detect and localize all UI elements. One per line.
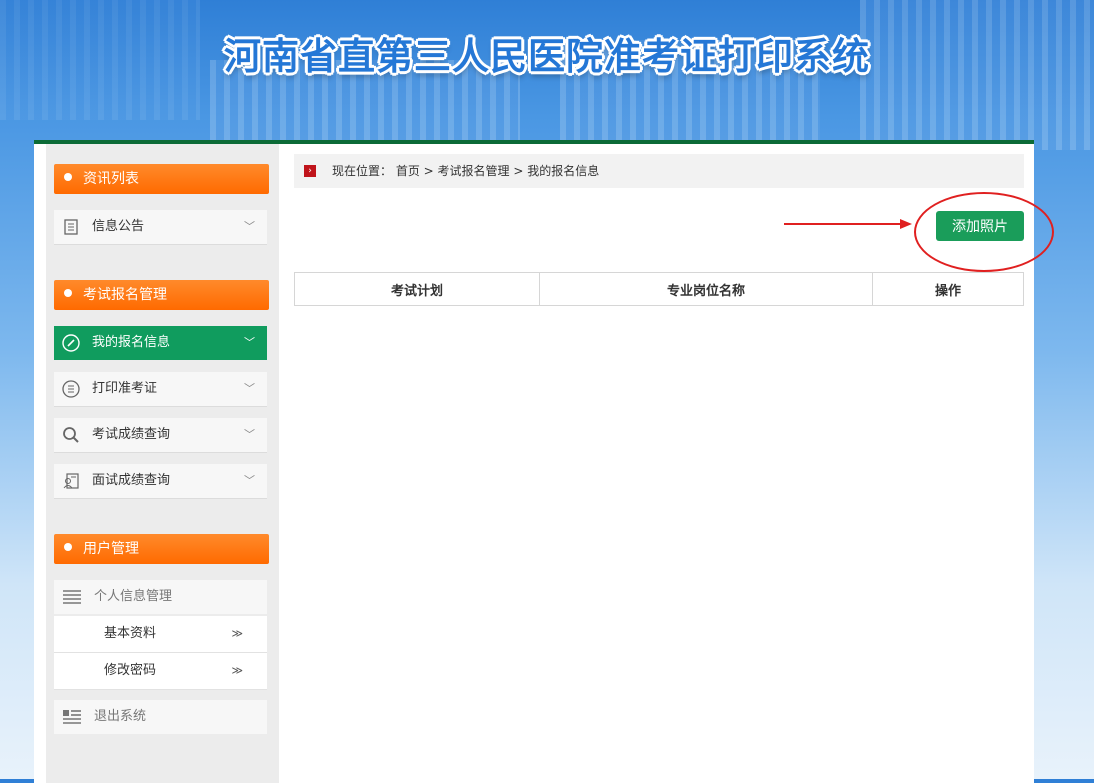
sidebar-item-label: 退出系统 — [94, 709, 147, 724]
registration-table: 考试计划 专业岗位名称 操作 — [294, 272, 1024, 306]
column-header-position-name: 专业岗位名称 — [539, 272, 873, 306]
breadcrumb-text: 现在位置： 首页 > 考试报名管理 > 我的报名信息 — [332, 154, 599, 188]
sidebar-item-exam-score[interactable]: 考试成绩查询 ﹀ — [54, 418, 267, 453]
menu-lines-icon — [63, 590, 81, 604]
sidebar-item-announcements[interactable]: 信息公告 ﹀ — [54, 210, 267, 245]
bullet-icon — [64, 173, 72, 181]
list-circle-icon — [62, 380, 80, 398]
sidebar-item-my-registration[interactable]: 我的报名信息 ﹀ — [54, 326, 267, 360]
breadcrumb-prefix: 现在位置： — [332, 164, 393, 178]
breadcrumb-arrow-icon: › — [304, 165, 316, 177]
section-title: 用户管理 — [83, 541, 139, 557]
sidebar-item-print-admission[interactable]: 打印准考证 ﹀ — [54, 372, 267, 407]
sidebar-item-label: 考试成绩查询 — [92, 427, 171, 442]
chevron-down-icon: ﹀ — [244, 382, 255, 395]
bullet-icon — [64, 289, 72, 297]
sidebar-item-label: 信息公告 — [92, 219, 145, 234]
search-icon — [63, 427, 79, 443]
section-title: 资讯列表 — [83, 171, 139, 187]
site-title: 河南省直第三人民医院准考证打印系统 — [224, 35, 870, 78]
breadcrumb-path[interactable]: 首页 > 考试报名管理 > 我的报名信息 — [396, 164, 599, 178]
section-header-user: 用户管理 — [54, 534, 269, 564]
sidebar-item-label: 修改密码 — [104, 663, 157, 678]
chevron-right-icon: ≫ — [231, 664, 243, 677]
chevron-down-icon: ﹀ — [244, 220, 255, 233]
pencil-circle-icon — [62, 334, 80, 352]
chevron-down-icon: ﹀ — [244, 336, 255, 349]
sidebar-item-label: 基本资料 — [104, 626, 157, 641]
sidebar-subitem-basic-profile[interactable]: 基本资料 ≫ — [54, 616, 267, 653]
sidebar-item-label: 面试成绩查询 — [92, 473, 171, 488]
section-header-exam: 考试报名管理 — [54, 280, 269, 310]
chevron-right-icon: ≫ — [231, 627, 243, 640]
column-header-actions: 操作 — [872, 272, 1024, 306]
sidebar-subitem-change-password[interactable]: 修改密码 ≫ — [54, 653, 267, 690]
document-icon — [64, 219, 78, 235]
add-photo-button[interactable]: 添加照片 — [936, 211, 1024, 241]
sidebar-item-personal-info[interactable]: 个人信息管理 — [54, 580, 267, 614]
chevron-down-icon: ﹀ — [244, 428, 255, 441]
breadcrumb: › 现在位置： 首页 > 考试报名管理 > 我的报名信息 — [294, 154, 1024, 188]
section-title: 考试报名管理 — [83, 287, 167, 303]
bullet-icon — [64, 543, 72, 551]
sidebar-item-label: 打印准考证 — [92, 381, 158, 396]
sidebar-item-label: 我的报名信息 — [92, 335, 171, 350]
sidebar: 资讯列表 信息公告 ﹀ 考试报名管理 我的报名信息 ﹀ 打印准考证 ﹀ 考试成绩… — [46, 144, 279, 783]
logout-list-icon — [63, 710, 81, 724]
main-panel: 资讯列表 信息公告 ﹀ 考试报名管理 我的报名信息 ﹀ 打印准考证 ﹀ 考试成绩… — [34, 140, 1054, 783]
person-document-icon — [63, 473, 79, 489]
content-area: › 现在位置： 首页 > 考试报名管理 > 我的报名信息 添加照片 考试计划 专… — [294, 154, 1054, 774]
table-header-row: 考试计划 专业岗位名称 操作 — [294, 272, 1024, 306]
sidebar-item-interview-score[interactable]: 面试成绩查询 ﹀ — [54, 464, 267, 499]
sidebar-item-label: 个人信息管理 — [94, 589, 173, 604]
chevron-down-icon: ﹀ — [244, 474, 255, 487]
column-header-exam-plan: 考试计划 — [294, 272, 540, 306]
sidebar-item-logout[interactable]: 退出系统 — [54, 700, 267, 734]
annotation-arrow-icon — [784, 219, 912, 229]
section-header-news: 资讯列表 — [54, 164, 269, 194]
